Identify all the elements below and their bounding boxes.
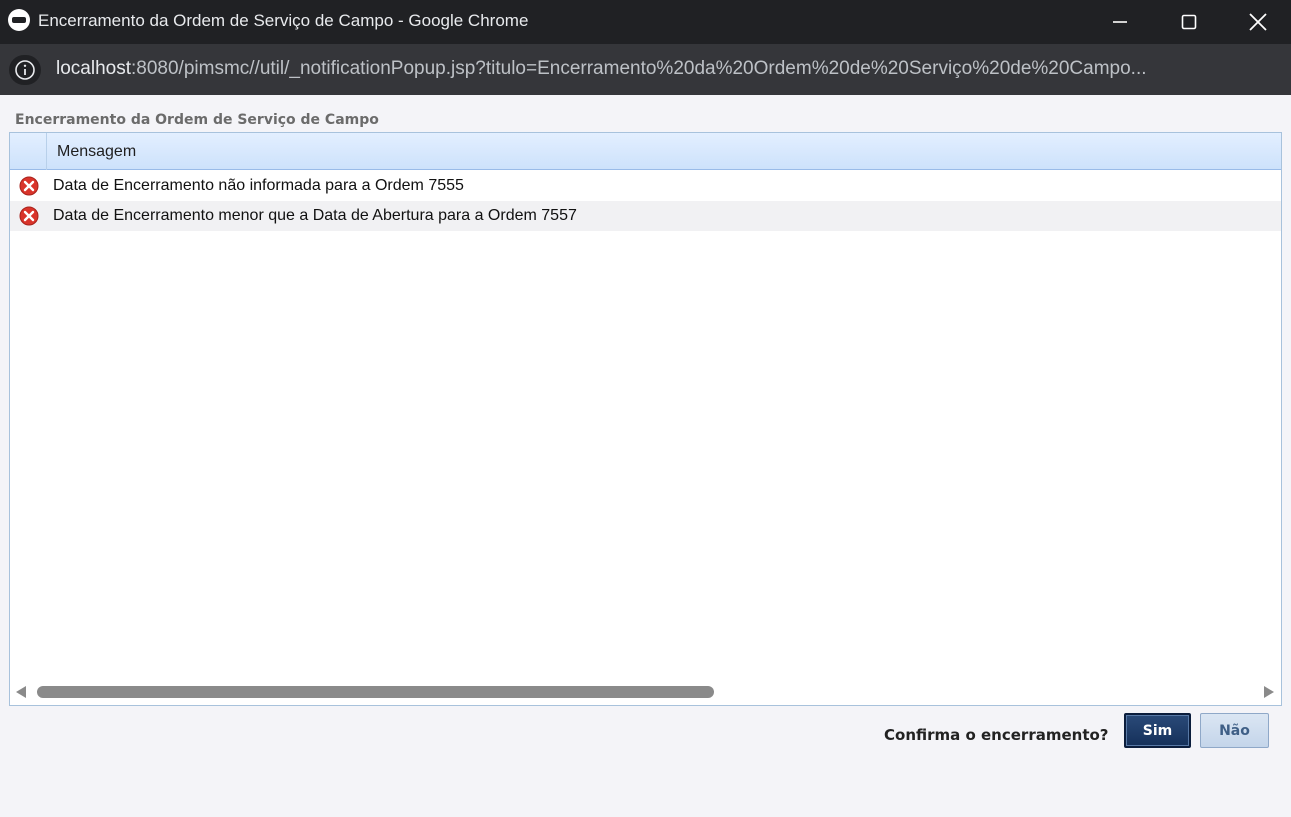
error-icon: [19, 176, 39, 196]
site-info-button[interactable]: [9, 55, 41, 85]
popup-content: Encerramento da Ordem de Serviço de Camp…: [0, 95, 1291, 817]
row-message: Data de Encerramento menor que a Data de…: [53, 207, 577, 224]
error-icon: [19, 206, 39, 226]
maximize-icon: [1181, 14, 1197, 30]
column-header-mensagem[interactable]: Mensagem: [57, 143, 136, 161]
table-row[interactable]: Data de Encerramento menor que a Data de…: [10, 201, 1281, 231]
maximize-button[interactable]: [1166, 0, 1212, 44]
grid-header: Mensagem: [10, 133, 1281, 170]
scroll-thumb[interactable]: [37, 686, 714, 698]
row-message: Data de Encerramento não informada para …: [53, 177, 464, 194]
url-field[interactable]: localhost:8080/pimsmc//util/_notificatio…: [56, 58, 1256, 80]
messages-grid: Mensagem Data de Encerramento não inform…: [9, 132, 1282, 706]
url-path: :8080/pimsmc//util/_notificationPopup.js…: [131, 58, 1147, 79]
confirm-question: Confirma o encerramento?: [884, 726, 1109, 744]
info-icon: [15, 60, 35, 80]
column-header-icon[interactable]: [10, 133, 47, 170]
browser-titlebar: Encerramento da Ordem de Serviço de Camp…: [0, 0, 1291, 44]
minimize-icon: [1113, 21, 1127, 23]
yes-button[interactable]: Sim: [1124, 713, 1191, 748]
scroll-left-icon[interactable]: [16, 686, 26, 698]
horizontal-scrollbar[interactable]: [10, 679, 1281, 705]
app-logo-icon: [8, 9, 30, 31]
minimize-button[interactable]: [1097, 0, 1143, 44]
close-icon: [1249, 13, 1267, 31]
scroll-right-icon[interactable]: [1264, 686, 1274, 698]
url-host: localhost: [56, 58, 131, 79]
window-title: Encerramento da Ordem de Serviço de Camp…: [38, 11, 529, 30]
no-button[interactable]: Não: [1200, 713, 1269, 748]
table-row[interactable]: Data de Encerramento não informada para …: [10, 171, 1281, 201]
close-button[interactable]: [1235, 0, 1281, 44]
panel-title: Encerramento da Ordem de Serviço de Camp…: [15, 112, 379, 128]
